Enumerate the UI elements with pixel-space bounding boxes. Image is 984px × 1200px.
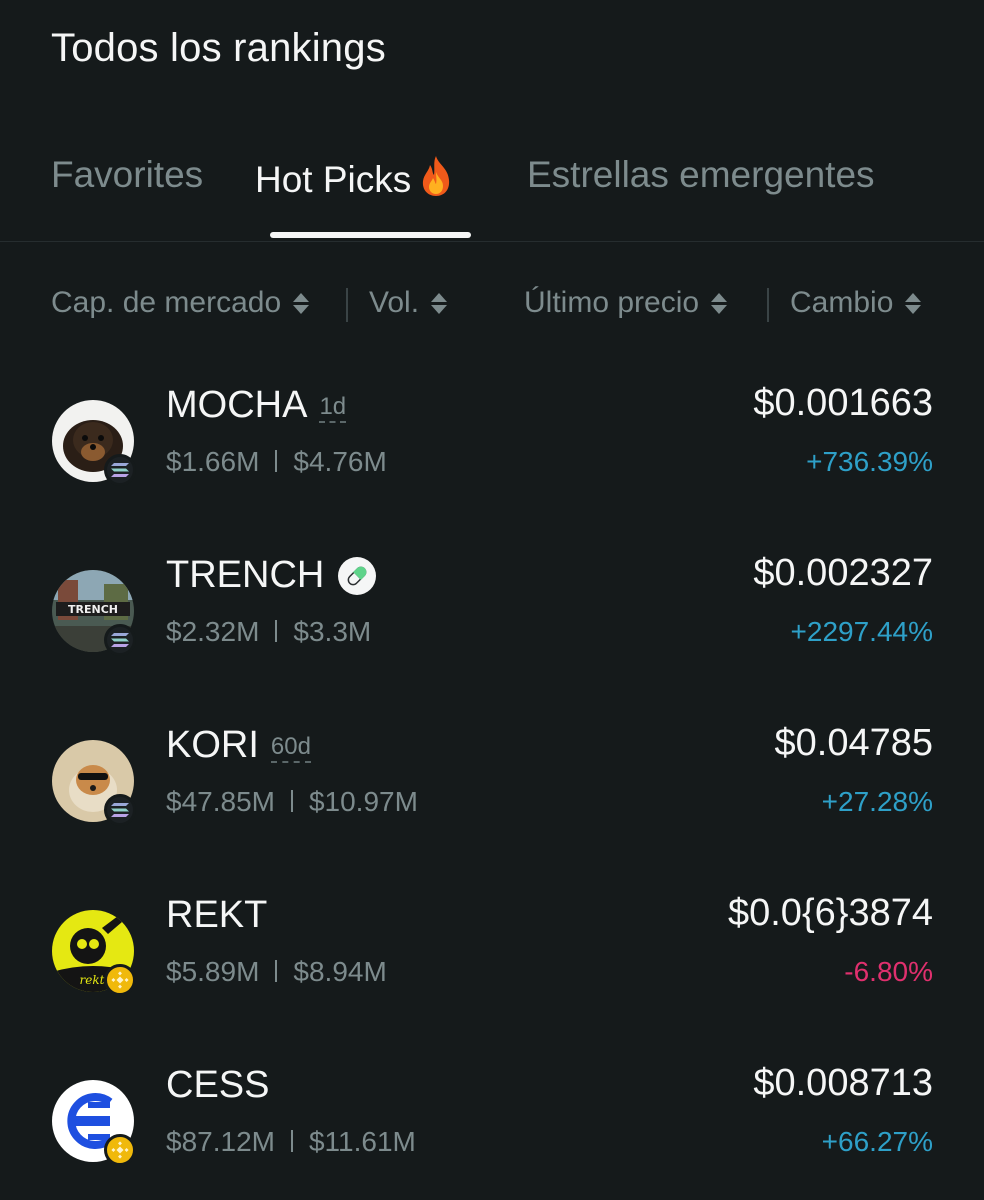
volume-value: $4.76M (293, 446, 387, 477)
solana-chain-icon (104, 624, 136, 656)
sort-divider (767, 288, 769, 322)
stats-divider (275, 450, 278, 472)
sort-arrows-icon (711, 292, 728, 314)
token-row[interactable]: CESS $87.12M $11.61M $0.008713 +66.27% (0, 1042, 984, 1182)
token-row[interactable]: TRENCH TRENCH $2.32M $3.3M $0.002327 +229… (0, 532, 984, 672)
solana-chain-icon (104, 454, 136, 486)
sort-last-price[interactable]: Último precio (524, 286, 728, 320)
active-tab-indicator (270, 232, 471, 238)
market-cap-value: $2.32M (166, 616, 260, 647)
price-change: +27.28% (821, 786, 933, 817)
tab-hot-picks[interactable]: Hot Picks (255, 154, 453, 201)
svg-text:TRENCH: TRENCH (68, 603, 118, 616)
token-symbol: MOCHA 1d (166, 384, 347, 427)
sort-volume-label: Vol. (369, 286, 420, 319)
stats-divider (275, 960, 278, 982)
sort-arrows-icon (431, 292, 448, 314)
tab-rising-stars[interactable]: Estrellas emergentes (527, 154, 875, 196)
token-symbol-label: TRENCH (166, 554, 325, 596)
bnb-chain-icon (104, 1134, 136, 1166)
token-stats: $5.89M $8.94M (166, 956, 387, 988)
token-stats: $87.12M $11.61M (166, 1126, 416, 1158)
token-row[interactable]: rekt REKT $5.89M $8.94M $0.0{6}3874 -6.80… (0, 872, 984, 1012)
page-title: Todos los rankings (51, 26, 386, 70)
tab-hot-picks-label: Hot Picks (255, 159, 412, 200)
price-change: +2297.44% (790, 616, 933, 647)
price-change: +66.27% (821, 1126, 933, 1157)
sort-arrows-icon (293, 292, 310, 314)
volume-value: $10.97M (308, 786, 418, 817)
market-cap-value: $1.66M (166, 446, 260, 477)
token-age: 60d (270, 734, 311, 763)
stats-divider (290, 1130, 293, 1152)
market-cap-value: $87.12M (166, 1126, 275, 1157)
sort-divider (346, 288, 348, 322)
market-cap-value: $47.85M (166, 786, 275, 817)
tab-favorites[interactable]: Favorites (51, 154, 203, 196)
sort-last-price-label: Último precio (524, 286, 700, 319)
sort-bar: Cap. de mercado Vol. Último precio Cambi… (0, 282, 984, 328)
price-change: -6.80% (844, 956, 933, 987)
token-row[interactable]: MOCHA 1d $1.66M $4.76M $0.001663 +736.39% (0, 362, 984, 502)
token-stats: $47.85M $10.97M (166, 786, 418, 818)
last-price: $0.04785 (774, 722, 934, 764)
sort-change[interactable]: Cambio (790, 286, 922, 320)
stats-divider (275, 620, 278, 642)
sort-market-cap[interactable]: Cap. de mercado (51, 286, 310, 320)
token-symbol: TRENCH (166, 554, 377, 597)
sort-change-label: Cambio (790, 286, 894, 319)
volume-value: $3.3M (293, 616, 372, 647)
token-symbol-label: CESS (166, 1064, 270, 1106)
last-price: $0.001663 (753, 382, 933, 424)
svg-text:rekt: rekt (80, 973, 105, 987)
pill-icon (338, 556, 377, 595)
ranking-tabs: Favorites Hot Picks Estrellas emergentes (0, 148, 984, 242)
token-symbol: KORI 60d (166, 724, 311, 767)
token-symbol-label: KORI (166, 724, 259, 766)
sort-market-cap-label: Cap. de mercado (51, 286, 282, 319)
token-symbol-label: REKT (166, 894, 268, 936)
token-stats: $1.66M $4.76M (166, 446, 387, 478)
fire-icon (423, 156, 450, 196)
token-age: 1d (319, 394, 347, 423)
last-price: $0.008713 (753, 1062, 933, 1104)
bnb-chain-icon (104, 964, 136, 996)
solana-chain-icon (104, 794, 136, 826)
token-symbol: CESS (166, 1064, 269, 1107)
last-price: $0.002327 (753, 552, 933, 594)
token-stats: $2.32M $3.3M (166, 616, 371, 648)
last-price: $0.0{6}3874 (727, 892, 933, 934)
volume-value: $8.94M (293, 956, 387, 987)
price-change: +736.39% (806, 446, 933, 477)
volume-value: $11.61M (308, 1126, 416, 1157)
market-cap-value: $5.89M (166, 956, 260, 987)
sort-volume[interactable]: Vol. (369, 286, 448, 320)
sort-arrows-icon (905, 292, 922, 314)
token-symbol: REKT (166, 894, 267, 937)
stats-divider (290, 790, 293, 812)
token-symbol-label: MOCHA (166, 384, 308, 426)
token-row[interactable]: KORI 60d $47.85M $10.97M $0.04785 +27.28% (0, 702, 984, 842)
